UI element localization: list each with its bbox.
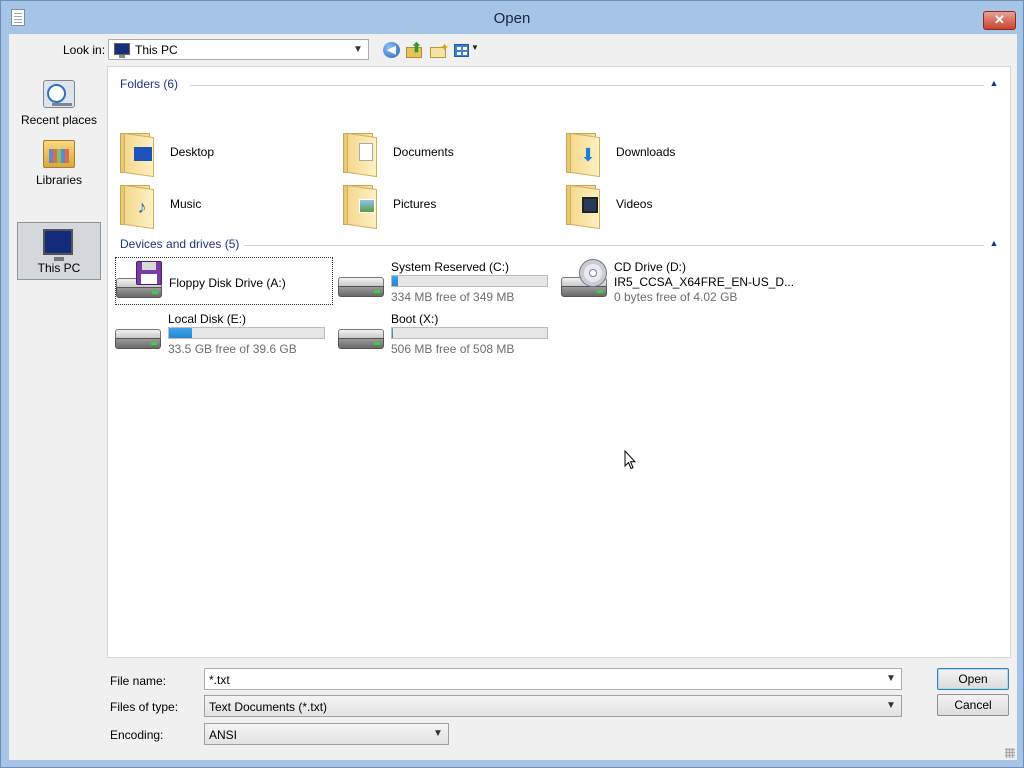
- close-button[interactable]: ✕: [983, 11, 1016, 30]
- file-name-input[interactable]: *.txt ▼: [204, 668, 902, 690]
- file-type-label: Files of type:: [110, 700, 179, 714]
- view-menu-icon[interactable]: ▼: [454, 42, 480, 58]
- lookin-bar: Look in: This PC ▼ ◀ ⬆ ✦ ▼: [9, 34, 1017, 64]
- encoding-label: Encoding:: [110, 728, 164, 742]
- this-pc-icon: [43, 229, 73, 261]
- chevron-down-icon[interactable]: ▼: [431, 725, 445, 742]
- place-label: Recent places: [20, 113, 98, 127]
- group-title: Folders (6): [120, 77, 179, 91]
- desktop-folder-icon: [118, 131, 156, 178]
- drive-name: Floppy Disk Drive (A:): [169, 276, 286, 290]
- drive-local-disk-e[interactable]: Local Disk (E:) 33.5 GB free of 39.6 GB: [115, 309, 333, 357]
- close-icon: ✕: [994, 12, 1005, 27]
- videos-folder-icon: [564, 183, 602, 230]
- libraries-icon: [43, 140, 75, 168]
- file-type-select[interactable]: Text Documents (*.txt) ▼: [204, 695, 902, 717]
- group-divider: [190, 85, 984, 86]
- drive-name: Local Disk (E:): [168, 312, 247, 326]
- drive-free-space: 506 MB free of 508 MB: [391, 342, 515, 356]
- folder-label: Documents: [393, 145, 454, 159]
- folder-label: Music: [170, 197, 202, 211]
- drive-name: System Reserved (C:): [391, 260, 510, 274]
- downloads-folder-icon: ⬇: [564, 131, 602, 178]
- drive-name: CD Drive (D:): [614, 260, 686, 274]
- hard-drive-icon: [338, 329, 384, 351]
- folder-label: Downloads: [616, 145, 676, 159]
- open-button[interactable]: Open: [937, 668, 1009, 690]
- folder-pictures[interactable]: Pictures: [341, 181, 556, 230]
- drive-usage-fill: [392, 328, 393, 338]
- drive-boot-x[interactable]: Boot (X:) 506 MB free of 508 MB: [338, 309, 556, 357]
- group-divider: [244, 245, 984, 246]
- folder-music[interactable]: ♪ Music: [118, 181, 333, 230]
- place-this-pc[interactable]: This PC: [17, 222, 101, 280]
- back-icon[interactable]: ◀: [383, 42, 400, 58]
- recent-places-icon: [43, 80, 75, 108]
- mouse-cursor-icon: [624, 450, 636, 470]
- resize-grip-icon[interactable]: [1005, 748, 1015, 758]
- pictures-folder-icon: [341, 183, 379, 230]
- new-folder-icon[interactable]: ✦: [430, 42, 449, 58]
- drive-name: Boot (X:): [391, 312, 439, 326]
- encoding-select[interactable]: ANSI ▼: [204, 723, 449, 745]
- drive-free-space: 33.5 GB free of 39.6 GB: [168, 342, 297, 356]
- lookin-label: Look in:: [63, 43, 106, 57]
- chevron-down-icon[interactable]: ▼: [884, 697, 898, 714]
- cd-drive-icon: [561, 259, 607, 299]
- music-folder-icon: ♪: [118, 183, 156, 230]
- open-dialog: Open ✕ Look in: This PC ▼ ◀ ⬆ ✦ ▼ Recent…: [0, 0, 1024, 768]
- drive-usage-bar: [391, 275, 548, 287]
- folder-documents[interactable]: Documents: [341, 129, 556, 178]
- folder-videos[interactable]: Videos: [564, 181, 779, 230]
- file-list-view[interactable]: Folders (6) ▲ Desktop Documents ⬇ Downlo…: [107, 66, 1011, 658]
- folders-group-header[interactable]: Folders (6) ▲: [120, 77, 1000, 93]
- file-name-label: File name:: [110, 674, 167, 688]
- documents-folder-icon: [341, 131, 379, 178]
- lookin-value: This PC: [135, 43, 178, 57]
- lookin-combo[interactable]: This PC ▼: [108, 39, 369, 60]
- hard-drive-icon: [115, 329, 161, 351]
- window-title: Open: [493, 10, 531, 27]
- cancel-button[interactable]: Cancel: [937, 694, 1009, 716]
- drive-volume-label: IR5_CCSA_X64FRE_EN-US_D...: [614, 275, 795, 289]
- file-type-value: Text Documents (*.txt): [209, 700, 328, 714]
- folder-downloads[interactable]: ⬇ Downloads: [564, 129, 779, 178]
- drive-usage-fill: [169, 328, 193, 338]
- place-libraries[interactable]: Libraries: [17, 134, 101, 191]
- title-bar[interactable]: Open ✕: [1, 1, 1023, 34]
- drive-free-space: 334 MB free of 349 MB: [391, 290, 515, 304]
- place-label: This PC: [37, 261, 81, 275]
- drives-group-header[interactable]: Devices and drives (5) ▲: [120, 237, 1000, 253]
- dialog-client: Look in: This PC ▼ ◀ ⬆ ✦ ▼ Recent places…: [9, 34, 1017, 760]
- encoding-value: ANSI: [209, 728, 238, 742]
- floppy-drive-icon: [116, 261, 162, 300]
- drive-floppy-a[interactable]: Floppy Disk Drive (A:): [115, 257, 333, 305]
- file-name-value: *.txt: [209, 673, 230, 687]
- folder-label: Pictures: [393, 197, 437, 211]
- chevron-down-icon[interactable]: ▼: [884, 670, 898, 687]
- this-pc-icon: [114, 43, 130, 58]
- chevron-down-icon[interactable]: ▼: [351, 41, 365, 58]
- places-bar: Recent places Libraries This PC: [9, 66, 107, 656]
- collapse-chevron-icon[interactable]: ▲: [988, 236, 1000, 250]
- place-label: Libraries: [35, 173, 83, 187]
- drive-usage-bar: [391, 327, 548, 339]
- drive-cd-d[interactable]: CD Drive (D:) IR5_CCSA_X64FRE_EN-US_D...…: [561, 257, 794, 305]
- up-one-level-icon[interactable]: ⬆: [406, 40, 423, 58]
- drive-system-reserved-c[interactable]: System Reserved (C:) 334 MB free of 349 …: [338, 257, 556, 305]
- folder-label: Desktop: [170, 145, 215, 159]
- drive-usage-bar: [168, 327, 325, 339]
- dialog-footer: File name: *.txt ▼ Open Files of type: T…: [9, 660, 1017, 760]
- folder-desktop[interactable]: Desktop: [118, 129, 333, 178]
- hard-drive-icon: [338, 277, 384, 299]
- drive-usage-fill: [392, 276, 399, 286]
- collapse-chevron-icon[interactable]: ▲: [988, 76, 1000, 90]
- folder-label: Videos: [616, 197, 653, 211]
- drive-free-space: 0 bytes free of 4.02 GB: [614, 290, 738, 304]
- group-title: Devices and drives (5): [120, 237, 240, 251]
- place-recent-places[interactable]: Recent places: [17, 74, 101, 131]
